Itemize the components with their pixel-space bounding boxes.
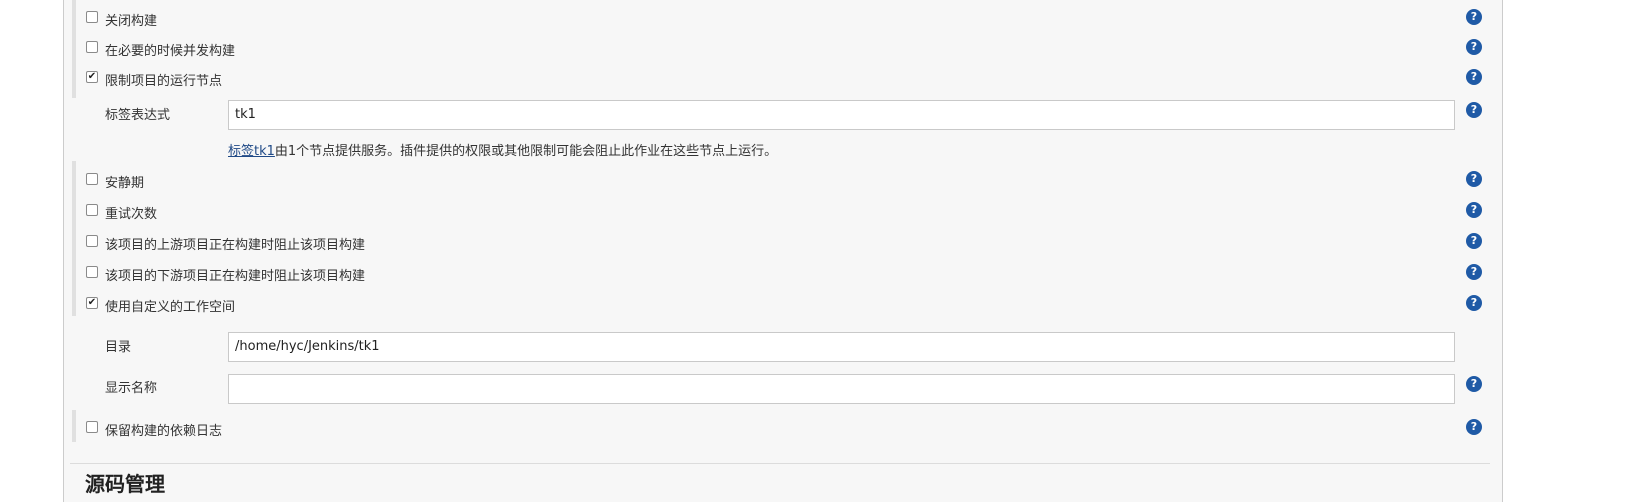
label-info-text: 由1个节点提供服务。插件提供的权限或其他限制可能会阻止此作业在这些节点上运行。 bbox=[274, 144, 778, 159]
help-icon[interactable]: ? bbox=[1466, 264, 1482, 280]
option-keep-dependencies[interactable]: 保留构建的依赖日志 ? bbox=[64, 413, 1502, 443]
option-label: 该项目的下游项目正在构建时阻止该项目构建 bbox=[105, 269, 366, 284]
checkbox-checked[interactable]: ✔ bbox=[86, 297, 98, 309]
option-custom-workspace[interactable]: ✔ 使用自定义的工作空间 ? bbox=[64, 289, 1502, 319]
option-retry-count[interactable]: 重试次数 ? bbox=[64, 196, 1502, 226]
option-label: 关闭构建 bbox=[105, 14, 158, 29]
help-icon[interactable]: ? bbox=[1466, 419, 1482, 435]
label-info: 标签tk1由1个节点提供服务。插件提供的权限或其他限制可能会阻止此作业在这些节点… bbox=[228, 140, 777, 159]
label-expression-input[interactable]: tk1 bbox=[228, 100, 1455, 130]
help-icon[interactable]: ? bbox=[1466, 171, 1482, 187]
help-icon[interactable]: ? bbox=[1466, 9, 1482, 25]
help-icon[interactable]: ? bbox=[1466, 102, 1482, 118]
display-name-label: 显示名称 bbox=[105, 381, 158, 396]
option-disable-build[interactable]: 关闭构建 ? bbox=[64, 3, 1502, 33]
option-quiet-period[interactable]: 安静期 ? bbox=[64, 165, 1502, 195]
option-concurrent-build[interactable]: 在必要的时候并发构建 ? bbox=[64, 33, 1502, 63]
directory-input[interactable]: /home/hyc/Jenkins/tk1 bbox=[228, 332, 1455, 362]
option-label: 在必要的时候并发构建 bbox=[105, 44, 236, 59]
help-icon[interactable]: ? bbox=[1466, 202, 1482, 218]
section-title-scm: 源码管理 bbox=[85, 472, 165, 496]
option-label: 使用自定义的工作空间 bbox=[105, 300, 236, 315]
checkbox[interactable] bbox=[86, 11, 98, 23]
checkbox[interactable] bbox=[86, 235, 98, 247]
directory-label: 目录 bbox=[105, 340, 132, 355]
label-tk1-link[interactable]: 标签tk1 bbox=[228, 144, 275, 159]
option-restrict-node[interactable]: ✔ 限制项目的运行节点 ? bbox=[64, 63, 1502, 93]
option-label: 限制项目的运行节点 bbox=[105, 74, 223, 89]
option-label: 该项目的上游项目正在构建时阻止该项目构建 bbox=[105, 238, 366, 253]
job-config-panel: 关闭构建 ? 在必要的时候并发构建 ? ✔ 限制项目的运行节点 ? 标签表达式 … bbox=[63, 0, 1503, 502]
checkbox[interactable] bbox=[86, 204, 98, 216]
checkbox[interactable] bbox=[86, 421, 98, 433]
help-icon[interactable]: ? bbox=[1466, 376, 1482, 392]
help-icon[interactable]: ? bbox=[1466, 233, 1482, 249]
help-icon[interactable]: ? bbox=[1466, 69, 1482, 85]
option-block-upstream[interactable]: 该项目的上游项目正在构建时阻止该项目构建 ? bbox=[64, 227, 1502, 257]
checkbox[interactable] bbox=[86, 41, 98, 53]
option-label: 保留构建的依赖日志 bbox=[105, 424, 223, 439]
display-name-input[interactable] bbox=[228, 374, 1455, 404]
help-icon[interactable]: ? bbox=[1466, 295, 1482, 311]
checkbox[interactable] bbox=[86, 173, 98, 185]
help-icon[interactable]: ? bbox=[1466, 39, 1482, 55]
checkbox-checked[interactable]: ✔ bbox=[86, 71, 98, 83]
option-label: 重试次数 bbox=[105, 207, 158, 222]
section-divider bbox=[70, 463, 1490, 464]
option-label: 安静期 bbox=[105, 176, 145, 191]
label-expression-label: 标签表达式 bbox=[105, 108, 171, 123]
checkbox[interactable] bbox=[86, 266, 98, 278]
option-block-downstream[interactable]: 该项目的下游项目正在构建时阻止该项目构建 ? bbox=[64, 258, 1502, 288]
